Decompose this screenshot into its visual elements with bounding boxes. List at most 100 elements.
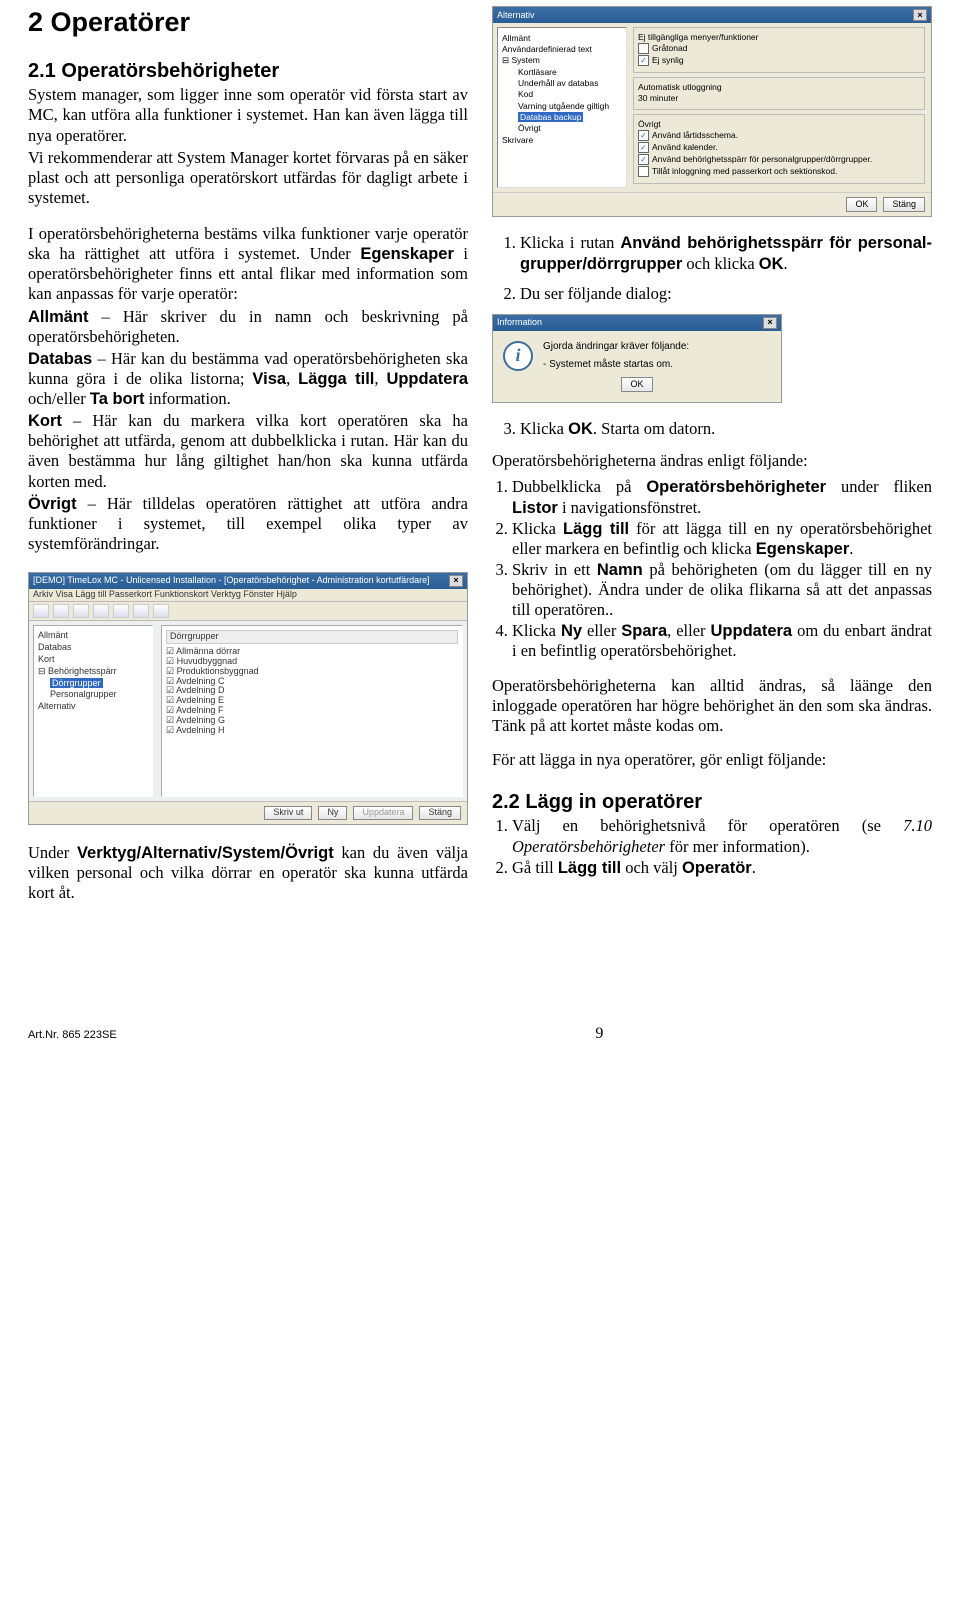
text: Klicka: [512, 519, 563, 538]
close-icon[interactable]: ×: [913, 9, 927, 21]
tree-item[interactable]: Kort: [38, 654, 148, 666]
logout-minutes[interactable]: 30 minuter: [638, 93, 920, 103]
button-row: OK Stäng: [493, 192, 931, 216]
tree-item[interactable]: Skrivare: [502, 134, 622, 145]
heading-1: 2 Operatörer: [28, 6, 468, 39]
toolbar-icon[interactable]: [53, 604, 69, 618]
text-bold: OK: [759, 255, 784, 273]
toolbar-icon[interactable]: [153, 604, 169, 618]
toolbar-icon[interactable]: [113, 604, 129, 618]
window-titlebar[interactable]: [DEMO] TimeLox MC - Unlicensed Installat…: [29, 573, 467, 589]
list-item: Klicka Lägg till för att lägga till en n…: [512, 519, 932, 559]
toolbar-icon[interactable]: [133, 604, 149, 618]
text: och klicka: [682, 254, 759, 273]
tree-item[interactable]: ⊟ System: [502, 55, 622, 66]
text-bold: Visa: [252, 370, 286, 388]
tree-item[interactable]: Underhåll av databas: [502, 77, 622, 88]
tree-item[interactable]: Alternativ: [38, 701, 148, 713]
dialog-button[interactable]: Stäng: [419, 806, 461, 820]
tree-item[interactable]: Allmänt: [38, 630, 148, 642]
text: Välj en behörighetsnivå för operatören (…: [512, 816, 903, 835]
dialog-button[interactable]: Uppdatera: [353, 806, 413, 820]
tree-item[interactable]: Varning utgående giltigh: [502, 100, 622, 111]
para: Allmänt – Här skriver du in namn och bes…: [28, 307, 468, 347]
para: Övrigt – Här tilldelas operatören rättig…: [28, 494, 468, 554]
list-item[interactable]: ☑ Avdelning H: [166, 726, 458, 736]
radio-gratonad[interactable]: Gråtonad: [638, 42, 920, 54]
ok-button[interactable]: OK: [846, 197, 877, 212]
dialog-button[interactable]: Skriv ut: [264, 806, 312, 820]
text-bold: Ta bort: [90, 390, 145, 408]
text: , eller: [667, 621, 710, 640]
close-icon[interactable]: ×: [449, 575, 463, 587]
text-bold: Uppdatera: [386, 370, 468, 388]
ok-button[interactable]: OK: [621, 377, 652, 392]
tree-item[interactable]: Användardefinierad text: [502, 43, 622, 54]
window-titlebar[interactable]: Information ×: [493, 315, 781, 331]
list-item: Klicka i rutan Använd behörighetsspärr f…: [520, 233, 932, 273]
text-bold: Listor: [512, 499, 558, 517]
ordered-list: Välj en behörighetsnivå för operatören (…: [492, 816, 932, 877]
text: Klicka: [520, 419, 568, 438]
menu-bar[interactable]: Arkiv Visa Lägg till Passerkort Funktion…: [29, 589, 467, 602]
text-bold: Lägg till: [558, 859, 621, 877]
nav-tree[interactable]: AllmäntDatabasKort⊟ BehörighetsspärrDörr…: [33, 625, 153, 797]
tree-item[interactable]: Kod: [502, 89, 622, 100]
para: System manager, som ligger inne som oper…: [28, 85, 468, 145]
toolbar-icon[interactable]: [33, 604, 49, 618]
text: ,: [374, 369, 386, 388]
group-auto-logout: Automatisk utloggning 30 minuter: [633, 77, 925, 110]
dialog-button[interactable]: Ny: [318, 806, 347, 820]
window-titlebar[interactable]: Alternativ ×: [493, 7, 931, 23]
text: Gå till: [512, 858, 558, 877]
radio-ej-synlig[interactable]: Ej synlig: [638, 54, 920, 66]
para: Vi rekommenderar att System Manager kort…: [28, 148, 468, 208]
toolbar-icon[interactable]: [73, 604, 89, 618]
toolbar-icon[interactable]: [93, 604, 109, 618]
text: . Starta om datorn.: [593, 419, 715, 438]
tree-item[interactable]: Databas backup: [502, 112, 622, 123]
checkbox[interactable]: Tillåt inloggning med passerkort och sek…: [638, 165, 920, 177]
text-bold: Lägga till: [298, 370, 374, 388]
text: Klicka: [512, 621, 561, 640]
options-tree[interactable]: AllmäntAnvändardefinierad text⊟ SystemKo…: [497, 27, 627, 188]
ordered-list: Dubbelklicka på Operatörs­behörigheter u…: [492, 477, 932, 661]
list-item: Du ser följande dialog:: [520, 284, 932, 304]
list-item: Skriv in ett Namn på behörigheten (om du…: [512, 560, 932, 620]
group-label: Ej tillgängliga menyer/funktioner: [638, 32, 920, 42]
tree-item[interactable]: Databas: [38, 642, 148, 654]
tree-item[interactable]: Personalgrupper: [38, 689, 148, 701]
tree-item[interactable]: Dörrgrupper: [38, 678, 148, 690]
list-pane[interactable]: Dörrgrupper ☑ Allmänna dörrar☑ Huvudbygg…: [161, 625, 463, 797]
text-bold: Övrigt: [28, 495, 77, 513]
toolbar[interactable]: [29, 602, 467, 621]
list-header: Dörrgrupper: [166, 630, 458, 644]
text: Skriv in ett: [512, 560, 597, 579]
group-label: Övrigt: [638, 119, 920, 129]
checkbox[interactable]: Använd behörighetsspärr för personalgrup…: [638, 153, 920, 165]
text: och/eller: [28, 389, 90, 408]
tree-item[interactable]: Allmänt: [502, 32, 622, 43]
close-icon[interactable]: ×: [763, 317, 777, 329]
tree-item[interactable]: Kortläsare: [502, 66, 622, 77]
list-item: Dubbelklicka på Operatörs­behörigheter u…: [512, 477, 932, 517]
list-item: Gå till Lägg till och välj Operatör.: [512, 858, 932, 878]
heading-1-1: 2.1 Operatörsbehörigheter: [28, 59, 468, 83]
close-button[interactable]: Stäng: [883, 197, 925, 212]
text-bold: Allmänt: [28, 308, 89, 326]
text-bold: Verktyg/Alternativ/System/Övrigt: [77, 844, 334, 862]
group-misc: Övrigt Använd lårtidsschema. Använd kale…: [633, 114, 925, 184]
app-window-screenshot: [DEMO] TimeLox MC - Unlicensed Installat…: [28, 572, 468, 825]
tree-item[interactable]: ⊟ Behörighetsspärr: [38, 666, 148, 678]
text-bold: Kort: [28, 412, 62, 430]
checkbox[interactable]: Använd lårtidsschema.: [638, 129, 920, 141]
button-row: Skriv ut Ny Uppdatera Stäng: [29, 801, 467, 824]
ordered-list: Klicka i rutan Använd behörighetsspärr f…: [492, 233, 932, 303]
text: under fliken: [826, 477, 932, 496]
tree-item[interactable]: Övrigt: [502, 123, 622, 134]
checkbox[interactable]: Använd kalender.: [638, 141, 920, 153]
info-icon: i: [503, 341, 533, 371]
para: Operatörsbehörigheterna kan alltid ändra…: [492, 676, 932, 736]
text-bold: Databas: [28, 350, 92, 368]
ordered-list: Klicka OK. Starta om datorn.: [492, 419, 932, 439]
